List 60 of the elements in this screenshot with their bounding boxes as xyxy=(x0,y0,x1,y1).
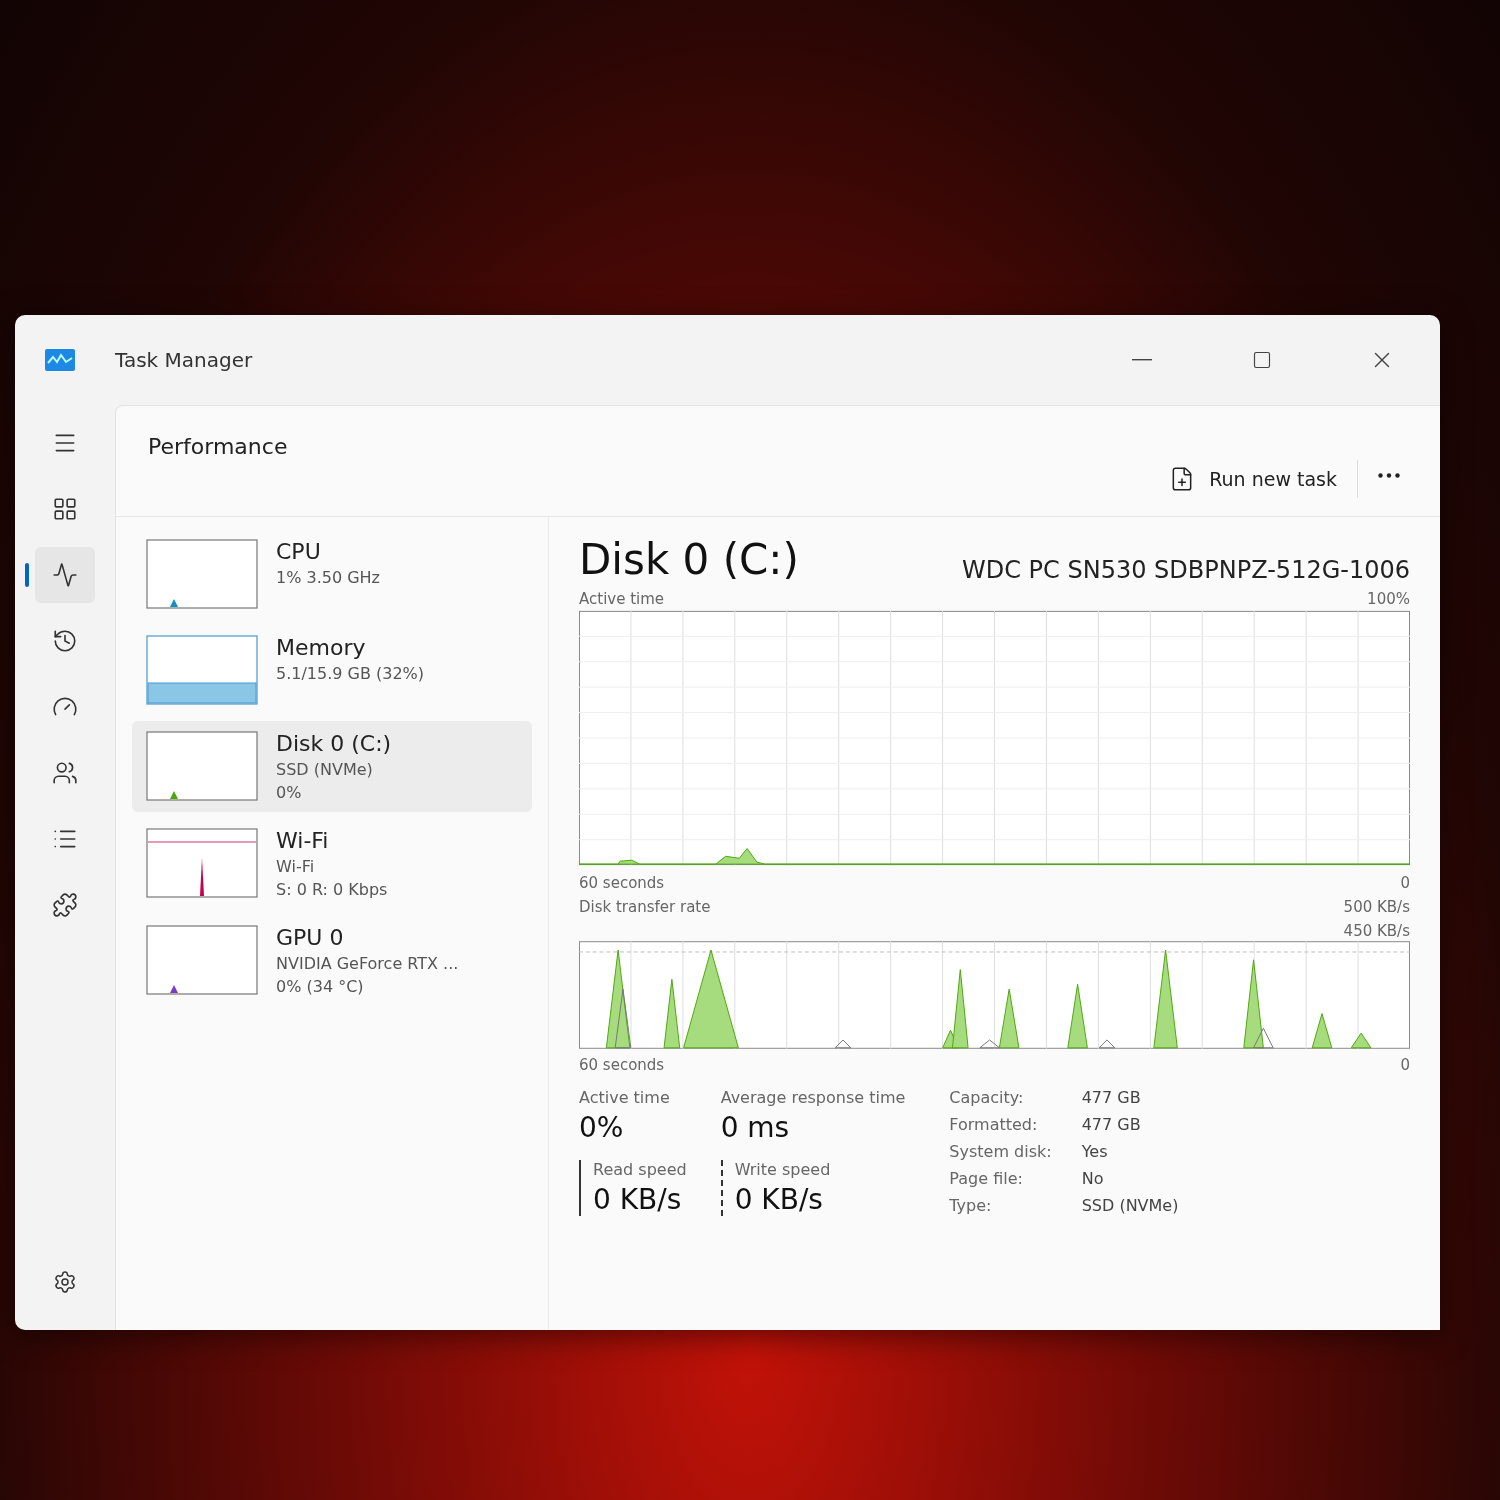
puzzle-icon xyxy=(52,892,78,918)
resource-detail: 5.1/15.9 GB (32%) xyxy=(276,664,425,683)
resource-item[interactable]: Wi-Fi Wi-Fi S: 0 R: 0 Kbps xyxy=(132,818,532,909)
resource-item[interactable]: Disk 0 (C:) SSD (NVMe) 0% xyxy=(132,721,532,812)
stat-value: 0% xyxy=(579,1111,625,1144)
resource-detail: 0% xyxy=(276,783,303,802)
stat-value: 0 KB/s xyxy=(593,1183,683,1216)
chart-label: Active time xyxy=(579,590,665,608)
axis-min-label: 0 xyxy=(1400,1056,1410,1074)
stat-label: Read speed xyxy=(593,1160,687,1179)
axis-mid-label: 450 KB/s xyxy=(1343,922,1410,940)
property-label: System disk: xyxy=(949,1142,1052,1161)
time-span-label: 60 seconds xyxy=(579,874,665,892)
maximize-icon xyxy=(1252,350,1272,370)
axis-min-label: 0 xyxy=(1400,874,1410,892)
stat-label: Active time xyxy=(579,1088,671,1107)
resource-detail: 0% (34 °C) xyxy=(276,977,365,996)
resource-name: Wi-Fi xyxy=(276,828,330,853)
disk-title: Disk 0 (C:) xyxy=(579,535,799,584)
property-label: Type: xyxy=(949,1196,993,1215)
resource-detail: 1% 3.50 GHz xyxy=(276,568,380,587)
resource-name: Memory xyxy=(276,635,367,660)
disk-model: WDC PC SN530 SDBPNPZ-512G-1006 xyxy=(962,556,1410,584)
resource-item[interactable]: GPU 0 NVIDIA GeForce RTX ... 0% (34 °C) xyxy=(132,915,532,1006)
resource-name: CPU xyxy=(276,539,322,564)
resource-detail: SSD (NVMe) xyxy=(276,760,374,779)
resource-detail: S: 0 R: 0 Kbps xyxy=(276,880,388,899)
minimize-icon xyxy=(1132,359,1152,361)
property-value: Yes xyxy=(1081,1142,1109,1161)
time-span-label: 60 seconds xyxy=(579,1056,665,1074)
resource-item[interactable]: Memory 5.1/15.9 GB (32%) xyxy=(132,625,532,715)
settings-icon xyxy=(53,1270,77,1294)
resource-item[interactable]: CPU 1% 3.50 GHz xyxy=(132,529,532,619)
grid-icon xyxy=(52,496,78,522)
stat-label: Write speed xyxy=(734,1160,832,1179)
resource-detail: Wi-Fi xyxy=(276,857,316,876)
resource-name: Disk 0 (C:) xyxy=(276,731,392,756)
resource-detail: NVIDIA GeForce RTX ... xyxy=(276,954,459,973)
property-value: No xyxy=(1081,1169,1105,1188)
window-title: Task Manager xyxy=(115,348,254,372)
property-value: 477 GB xyxy=(1081,1088,1142,1107)
app-icon xyxy=(45,349,75,371)
stat-value: 0 ms xyxy=(720,1111,791,1144)
more-icon xyxy=(1378,473,1400,478)
property-label: Page file: xyxy=(949,1169,1024,1188)
property-label: Formatted: xyxy=(949,1115,1039,1134)
chart-label: Disk transfer rate xyxy=(579,898,711,916)
run-new-task-button[interactable]: Run new task xyxy=(1149,460,1358,498)
resource-name: GPU 0 xyxy=(276,925,345,950)
property-label: Capacity: xyxy=(949,1088,1025,1107)
pulse-icon xyxy=(52,562,78,588)
page-title: Performance xyxy=(148,434,289,459)
property-value: 477 GB xyxy=(1081,1115,1142,1134)
property-value: SSD (NVMe) xyxy=(1081,1196,1179,1215)
stat-label: Average response time xyxy=(720,1088,906,1107)
axis-max-label: 100% xyxy=(1367,590,1410,608)
users-icon xyxy=(52,760,78,786)
stat-value: 0 KB/s xyxy=(734,1183,824,1216)
axis-max-label: 500 KB/s xyxy=(1343,898,1410,916)
history-icon xyxy=(52,628,78,654)
